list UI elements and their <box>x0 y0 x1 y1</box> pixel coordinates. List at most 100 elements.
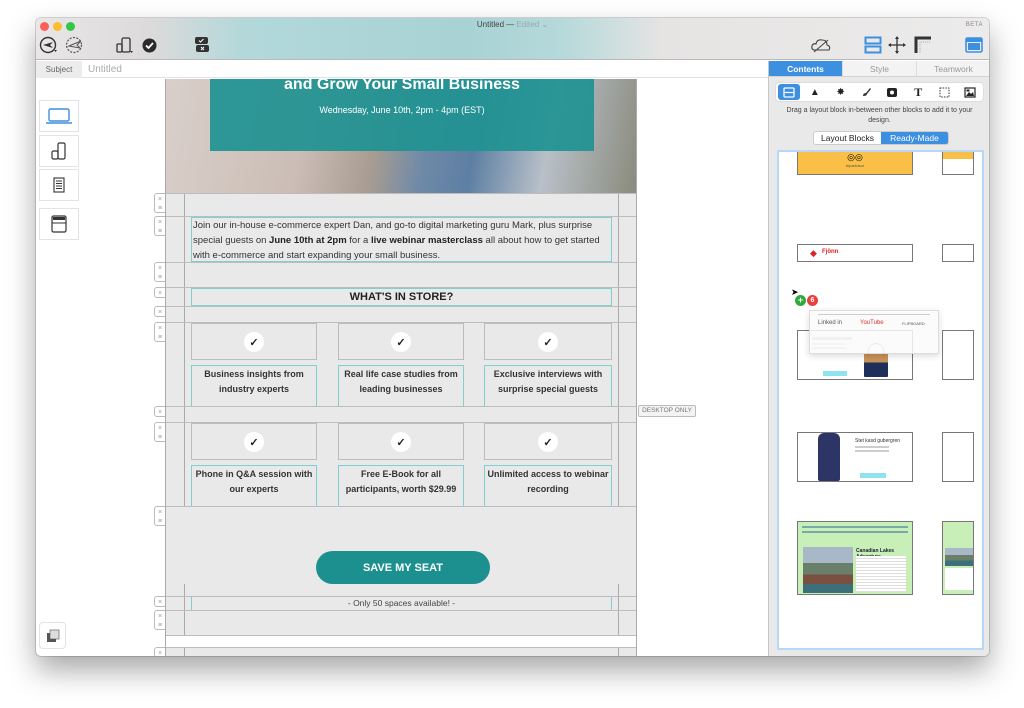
ready-made-product-tanktop[interactable]: Stet kasd gubergren <box>797 432 913 482</box>
ready-made-tripadvisor[interactable]: ◎◎ tripadvisor <box>797 152 913 175</box>
remove-block-icon[interactable]: × <box>155 408 165 417</box>
block-handle[interactable]: × <box>154 287 165 298</box>
cloud-off-icon[interactable] <box>809 34 833 56</box>
tab-contents[interactable]: Contents <box>769 61 842 76</box>
feature-text[interactable]: Business insights from industry experts <box>192 366 316 397</box>
divider-row[interactable] <box>166 635 636 647</box>
feature-icon-cell[interactable]: ✓ <box>191 323 317 360</box>
heading-row[interactable]: WHAT'S IN STORE? <box>166 287 636 306</box>
ready-made-product-tanktop-mobile[interactable] <box>942 432 974 482</box>
block-handle[interactable]: × ≡ <box>154 216 165 236</box>
block-handle[interactable]: × <box>154 647 165 656</box>
tab-teamwork[interactable]: Teamwork <box>916 61 989 76</box>
device-preview-icon[interactable] <box>114 34 136 56</box>
remove-block-icon[interactable]: × <box>155 612 165 621</box>
spacer-row[interactable] <box>166 262 636 287</box>
drag-handle-icon[interactable]: ≡ <box>155 333 165 342</box>
features-row[interactable]: ✓ ✓ ✓ Business insights from industry ex… <box>166 322 636 407</box>
feature-icon-cell[interactable]: ✓ <box>191 423 317 460</box>
spacer-row[interactable] <box>166 406 636 422</box>
block-handle[interactable]: × ≡ <box>154 610 165 630</box>
badge-icon[interactable]: ✸ <box>830 84 852 100</box>
feature-text[interactable]: Exclusive interviews with surprise speci… <box>485 366 611 397</box>
availability-note[interactable]: - Only 50 spaces available! - <box>192 597 611 610</box>
spacer-row[interactable] <box>166 193 636 216</box>
remove-block-icon[interactable]: × <box>155 195 165 204</box>
block-handle[interactable]: × <box>154 406 165 417</box>
block-handle[interactable]: × <box>154 596 165 607</box>
image-icon[interactable] <box>881 84 903 100</box>
remove-block-icon[interactable]: × <box>155 424 165 433</box>
layers-button[interactable] <box>39 622 66 649</box>
segment-layout-blocks[interactable]: Layout Blocks <box>814 132 881 144</box>
remove-block-icon[interactable]: × <box>155 598 165 607</box>
brush-icon[interactable] <box>856 84 878 100</box>
feature-text-cell[interactable]: Free E-Book for all participants, worth … <box>338 465 464 507</box>
block-handle[interactable]: × ≡ <box>154 422 165 442</box>
ready-made-fjonn[interactable]: ◆ Fjönn <box>797 244 913 262</box>
desktop-only-tag[interactable]: DESKTOP ONLY <box>638 405 696 417</box>
panel-toggle-icon[interactable] <box>963 34 985 56</box>
margin-corner-icon[interactable] <box>912 34 934 56</box>
intro-row[interactable]: Join our in-house e-commerce expert Dan,… <box>166 216 636 262</box>
layout-blocks-icon[interactable] <box>862 34 884 56</box>
features-row[interactable]: ✓ ✓ ✓ Phone in Q&A session with our expe… <box>166 422 636 507</box>
section-heading[interactable]: WHAT'S IN STORE? <box>192 289 611 305</box>
move-icon[interactable] <box>887 34 907 56</box>
tab-style[interactable]: Style <box>842 61 916 76</box>
hero-image[interactable]: and Grow Your Small Business Wednesday, … <box>166 79 636 193</box>
ready-made-gallery[interactable]: ◎◎ tripadvisor ◆ Fjönn Linked in YouTube… <box>777 150 984 650</box>
block-handle[interactable]: × ≡ <box>154 322 165 342</box>
ready-made-product-bag-mobile[interactable] <box>942 330 974 380</box>
proofing-icon[interactable] <box>191 34 213 56</box>
spacer-row[interactable] <box>166 610 636 635</box>
ready-made-tripadvisor-mobile[interactable] <box>942 152 974 175</box>
drag-handle-icon[interactable]: ≡ <box>155 621 165 630</box>
desktop-view-button[interactable] <box>39 100 79 132</box>
spacer-row[interactable] <box>166 647 636 656</box>
feature-icon-cell[interactable]: ✓ <box>484 423 612 460</box>
feature-text-cell[interactable]: Business insights from industry experts <box>191 365 317 407</box>
note-block[interactable]: - Only 50 spaces available! - <box>191 597 612 611</box>
spacer-row[interactable] <box>166 306 636 322</box>
photo-icon[interactable] <box>959 84 981 100</box>
drag-handle-icon[interactable]: ≡ <box>155 273 165 282</box>
email-canvas[interactable]: and Grow Your Small Business Wednesday, … <box>165 79 637 656</box>
send-test-icon[interactable] <box>38 34 60 56</box>
email-client-view-button[interactable] <box>39 208 79 240</box>
intro-text-block[interactable]: Join our in-house e-commerce expert Dan,… <box>191 217 612 262</box>
shape-icon[interactable]: ▲ <box>804 84 826 100</box>
feature-text[interactable]: Real life case studies from leading busi… <box>339 366 463 397</box>
ready-made-fjonn-mobile[interactable] <box>942 244 974 262</box>
segment-ready-made[interactable]: Ready-Made <box>881 132 948 144</box>
intro-text[interactable]: Join our in-house e-commerce expert Dan,… <box>192 218 611 263</box>
preview-plane-icon[interactable] <box>64 34 86 56</box>
hero-subtitle[interactable]: Wednesday, June 10th, 2pm - 4pm (EST) <box>210 105 594 115</box>
text-icon[interactable]: T <box>907 84 929 100</box>
remove-block-icon[interactable]: × <box>155 218 165 227</box>
window-title[interactable]: Untitled — Edited ⌄ <box>36 20 989 29</box>
feature-text[interactable]: Unlimited access to webinar recording <box>485 466 611 497</box>
remove-block-icon[interactable]: × <box>155 264 165 273</box>
drag-handle-icon[interactable]: ≡ <box>155 433 165 442</box>
drag-handle-icon[interactable]: ≡ <box>155 227 165 236</box>
feature-icon-cell[interactable]: ✓ <box>338 423 464 460</box>
spacer-icon[interactable] <box>933 84 955 100</box>
heading-block[interactable]: WHAT'S IN STORE? <box>191 288 612 306</box>
remove-block-icon[interactable]: × <box>155 324 165 333</box>
ready-made-canadian-lakes-mobile[interactable] <box>942 521 974 595</box>
layout-block-icon[interactable] <box>777 84 800 100</box>
feature-text-cell[interactable]: Exclusive interviews with surprise speci… <box>484 365 612 407</box>
plain-text-view-button[interactable] <box>39 169 79 201</box>
feature-text[interactable]: Free E-Book for all participants, worth … <box>339 466 463 497</box>
drag-handle-icon[interactable]: ≡ <box>155 204 165 213</box>
block-handle[interactable]: × ≡ <box>154 262 165 282</box>
ready-made-canadian-lakes[interactable]: Canadian Lakes Adventure <box>797 521 913 595</box>
block-handle[interactable]: × <box>154 306 165 317</box>
mobile-view-button[interactable] <box>39 135 79 167</box>
block-handle[interactable]: × ≡ <box>154 506 165 526</box>
remove-block-icon[interactable]: × <box>155 508 165 517</box>
feature-text[interactable]: Phone in Q&A session with our experts <box>192 466 316 497</box>
subject-input[interactable]: Untitled <box>88 61 122 78</box>
check-icon[interactable] <box>139 34 159 56</box>
